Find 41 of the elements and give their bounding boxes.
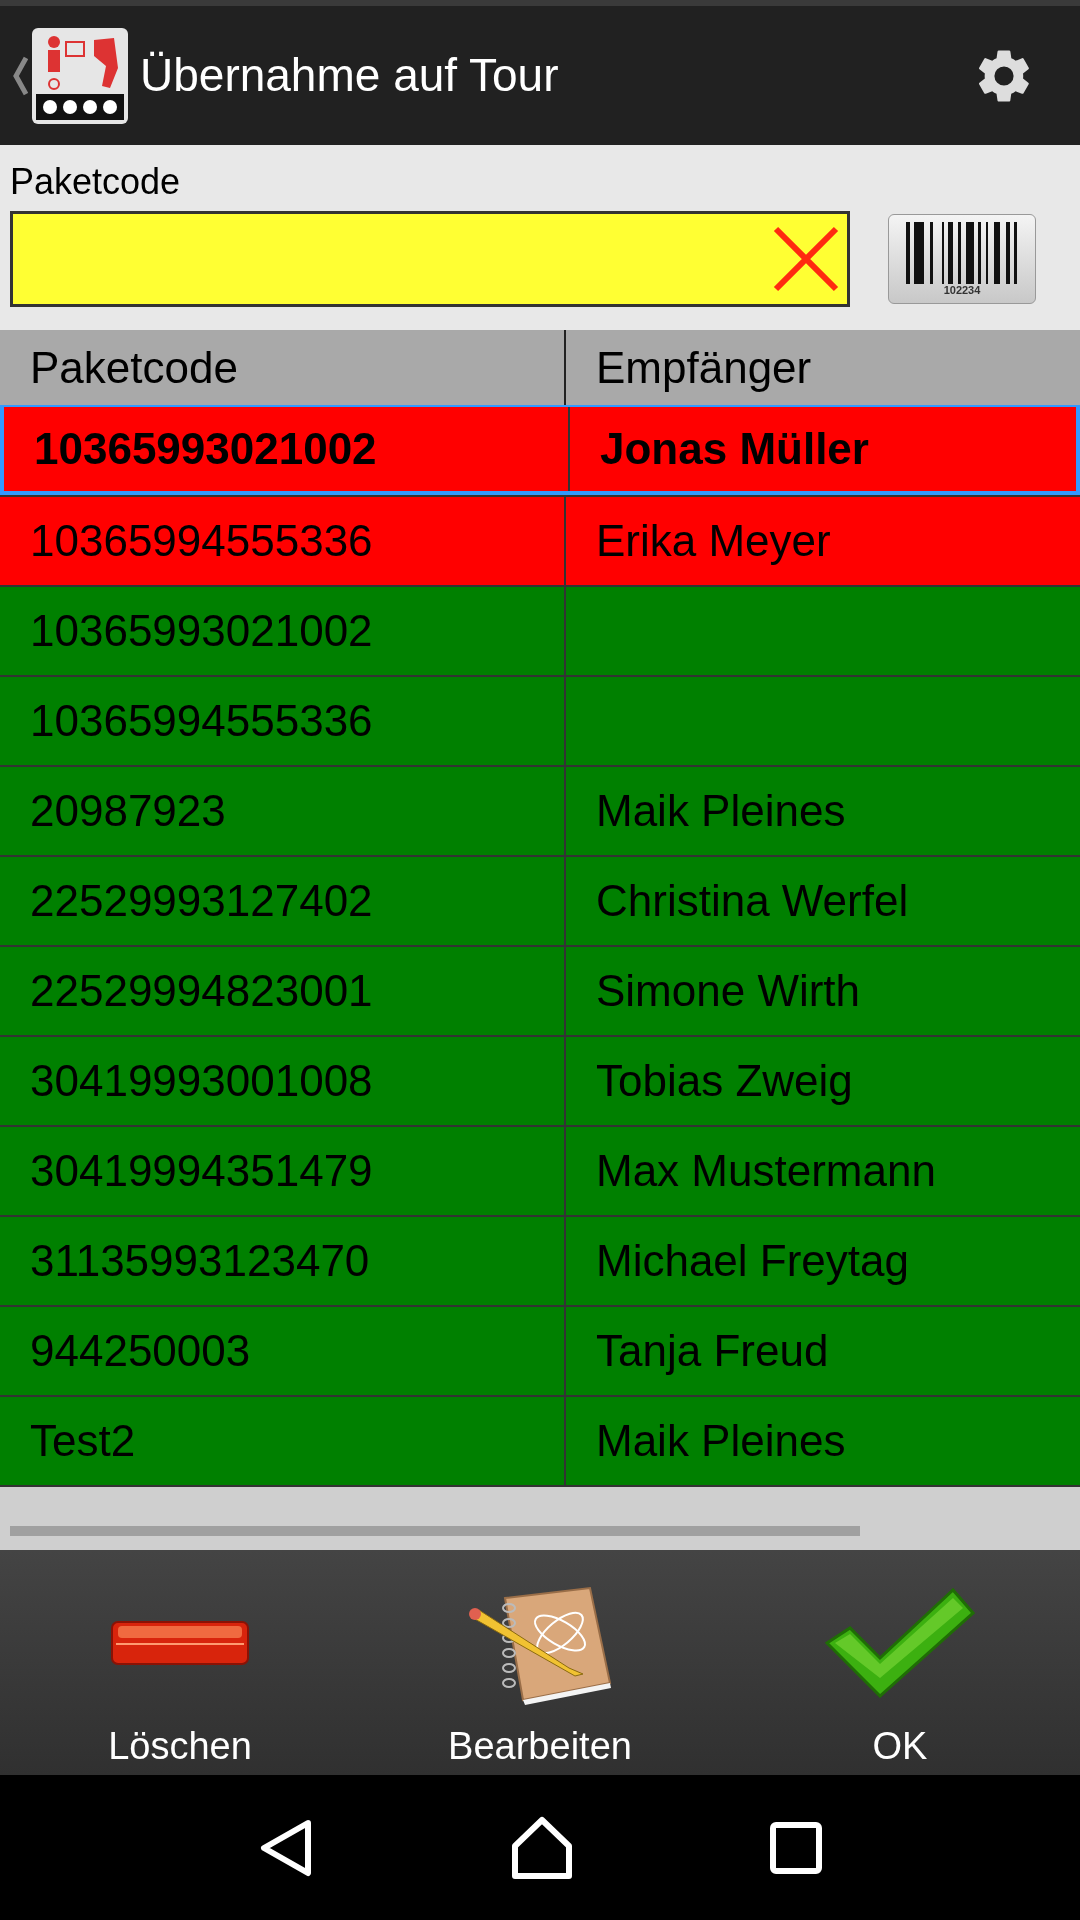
table-cell-text: Christina Werfel: [595, 875, 910, 927]
table-row[interactable]: 30419993001008 Tobias Zweig: [0, 1035, 1080, 1125]
table-row[interactable]: 10365994555336: [0, 675, 1080, 765]
toolbar-button[interactable]: Bearbeiten: [360, 1550, 720, 1775]
clear-icon[interactable]: [771, 224, 841, 294]
table-cell-text: Jonas Müller: [599, 423, 870, 475]
field-label: Paketcode: [10, 161, 182, 203]
barcode-scan-button[interactable]: 102234: [888, 214, 1036, 304]
scrollbar[interactable]: [10, 1526, 860, 1536]
toolbar-button[interactable]: Löschen: [0, 1550, 360, 1775]
paketcode-field[interactable]: [10, 211, 850, 307]
table-cell-text: Erika Meyer: [595, 515, 832, 567]
table-row[interactable]: 22529994823001 Simone Wirth: [0, 945, 1080, 1035]
table-cell-text: Simone Wirth: [595, 965, 862, 1017]
table-row[interactable]: Test2 Maik Pleines: [0, 1395, 1080, 1485]
barcode-number: 102234: [943, 284, 981, 296]
table-row[interactable]: 20987923 Maik Pleines: [0, 765, 1080, 855]
table-cell-text: Tobias Zweig: [595, 1055, 854, 1107]
table-row[interactable]: 30419994351479 Max Mustermann: [0, 1125, 1080, 1215]
table-row[interactable]: 944250003 Tanja Freud: [0, 1305, 1080, 1395]
table-cell-text: Tanja Freud: [595, 1325, 830, 1377]
table-row[interactable]: 10365993021002: [0, 585, 1080, 675]
table-cell-text: Michael Freytag: [595, 1235, 910, 1287]
toolbar-button[interactable]: OK: [720, 1550, 1080, 1775]
column-header: Empfänger: [595, 341, 813, 394]
table-row[interactable]: 10365993021002 Jonas Müller: [0, 405, 1080, 495]
table-row[interactable]: 31135993123470 Michael Freytag: [0, 1215, 1080, 1305]
app-logo-icon[interactable]: [32, 27, 128, 124]
back-icon[interactable]: [258, 1817, 314, 1878]
recents-icon[interactable]: [770, 1821, 822, 1874]
app-title: Übernahme auf Tour: [140, 48, 560, 103]
table-cell-text: Maik Pleines: [595, 785, 847, 837]
minus-icon: [110, 1618, 250, 1668]
table-cell-text: Max Mustermann: [595, 1145, 937, 1197]
checkmark-icon: [825, 1588, 975, 1698]
table-cell: 10365993021002: [4, 407, 570, 491]
table-row[interactable]: 22529993127402 Christina Werfel: [0, 855, 1080, 945]
table-row[interactable]: 10365994555336 Erika Meyer: [0, 495, 1080, 585]
back-chevron-icon[interactable]: [12, 55, 28, 96]
table-cell-text: Maik Pleines: [595, 1415, 847, 1467]
home-icon[interactable]: [510, 1815, 574, 1880]
